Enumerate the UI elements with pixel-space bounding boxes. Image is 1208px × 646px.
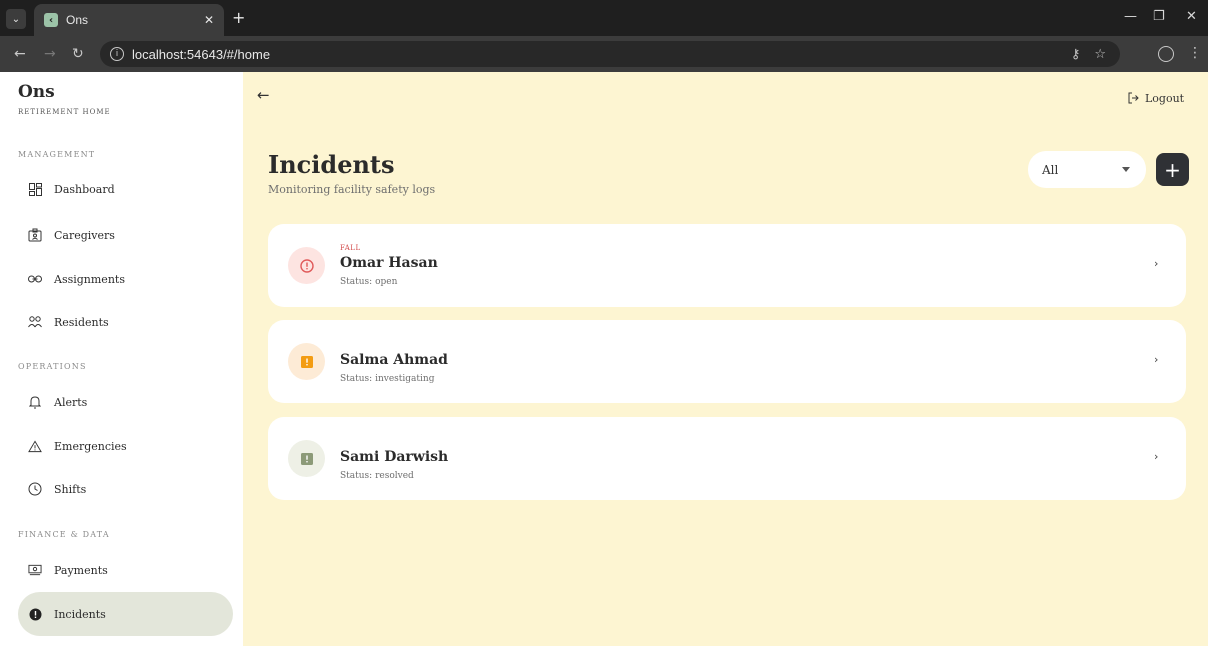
- page-title: Incidents: [268, 150, 395, 179]
- browser-toolbar: ← → ↻ i localhost:54643/#/home ⚷ ☆ ⋮: [0, 36, 1208, 72]
- incident-status: Status: investigating: [340, 374, 435, 384]
- tab-search-button[interactable]: ⌄: [6, 9, 26, 29]
- password-key-icon[interactable]: ⚷: [1071, 47, 1081, 62]
- new-tab-button[interactable]: +: [232, 8, 245, 27]
- tab-close-icon[interactable]: ✕: [204, 13, 214, 27]
- sidebar-item-residents[interactable]: Residents: [18, 300, 233, 344]
- filter-value: All: [1042, 162, 1059, 177]
- add-incident-button[interactable]: +: [1156, 153, 1189, 186]
- status-filter-dropdown[interactable]: All: [1028, 151, 1146, 188]
- chevron-right-icon: ›: [1154, 353, 1159, 366]
- incident-name: Salma Ahmad: [340, 352, 448, 368]
- link-icon: [28, 272, 42, 286]
- chevron-right-icon: ›: [1154, 450, 1159, 463]
- maximize-button[interactable]: ❐: [1153, 9, 1165, 24]
- sidebar: Ons RETIREMENT HOME MANAGEMENT Dashboard…: [0, 72, 243, 646]
- chevron-right-icon: ›: [1154, 257, 1159, 270]
- incident-card[interactable]: Sami Darwish Status: resolved ›: [268, 417, 1186, 500]
- sidebar-item-label: Assignments: [54, 272, 125, 286]
- alert-circle-icon: [299, 258, 314, 273]
- cash-icon: [28, 563, 42, 577]
- incident-status: Status: resolved: [340, 471, 414, 481]
- sidebar-item-label: Payments: [54, 563, 108, 577]
- logout-label: Logout: [1145, 92, 1185, 105]
- brand-subtitle: RETIREMENT HOME: [18, 108, 111, 116]
- site-info-icon[interactable]: i: [110, 47, 124, 61]
- sidebar-item-label: Dashboard: [54, 182, 115, 196]
- logout-icon: [1128, 89, 1139, 108]
- page-subtitle: Monitoring facility safety logs: [268, 183, 436, 196]
- bell-icon: [28, 395, 42, 409]
- sidebar-item-incidents[interactable]: Incidents: [18, 592, 233, 636]
- clock-icon: [28, 482, 42, 496]
- url-text: localhost:54643/#/home: [132, 46, 271, 62]
- report-icon: [300, 452, 313, 465]
- sidebar-item-label: Alerts: [54, 395, 88, 409]
- chevron-down-icon: [1122, 167, 1130, 172]
- back-arrow-icon[interactable]: ←: [257, 86, 270, 104]
- sidebar-item-label: Residents: [54, 315, 109, 329]
- incident-card[interactable]: FALL Omar Hasan Status: open ›: [268, 224, 1186, 307]
- incident-card[interactable]: Salma Ahmad Status: investigating ›: [268, 320, 1186, 403]
- close-window-button[interactable]: ✕: [1186, 9, 1197, 24]
- minimize-button[interactable]: —: [1124, 9, 1137, 24]
- sidebar-item-label: Shifts: [54, 482, 87, 496]
- sidebar-item-shifts[interactable]: Shifts: [18, 467, 233, 511]
- warning-triangle-icon: [28, 439, 42, 453]
- dashboard-icon: [28, 182, 42, 196]
- browser-tab-bar: ⌄ ‹ Ons ✕ + — ❐ ✕: [0, 0, 1208, 36]
- incident-badge: [288, 440, 325, 477]
- people-icon: [28, 315, 42, 329]
- section-operations: OPERATIONS: [18, 362, 87, 371]
- reload-icon[interactable]: ↻: [72, 46, 84, 62]
- browser-tab[interactable]: ‹ Ons ✕: [34, 4, 224, 36]
- incident-status: Status: open: [340, 277, 398, 287]
- bookmark-star-icon[interactable]: ☆: [1094, 47, 1106, 62]
- sidebar-item-caregivers[interactable]: Caregivers: [18, 213, 233, 257]
- section-finance: FINANCE & DATA: [18, 530, 110, 539]
- incident-name: Sami Darwish: [340, 449, 449, 465]
- badge-icon: [28, 228, 42, 242]
- incident-name: Omar Hasan: [340, 255, 438, 271]
- incident-type: FALL: [340, 244, 361, 252]
- section-management: MANAGEMENT: [18, 150, 96, 159]
- sidebar-item-label: Emergencies: [54, 439, 127, 453]
- sidebar-item-emergencies[interactable]: Emergencies: [18, 424, 233, 468]
- sidebar-item-dashboard[interactable]: Dashboard: [18, 167, 233, 211]
- favicon-icon: ‹: [44, 13, 58, 27]
- incident-badge: [288, 247, 325, 284]
- report-icon: [300, 355, 313, 368]
- incident-badge: [288, 343, 325, 380]
- profile-icon[interactable]: [1158, 46, 1174, 62]
- forward-nav-icon[interactable]: →: [44, 46, 56, 62]
- browser-menu-icon[interactable]: ⋮: [1188, 45, 1202, 61]
- brand-name: Ons: [18, 82, 55, 102]
- sidebar-item-payments[interactable]: Payments: [18, 548, 233, 592]
- main-content: ← Logout Incidents Monitoring facility s…: [243, 72, 1208, 646]
- sidebar-item-label: Caregivers: [54, 228, 115, 242]
- alert-circle-icon: [28, 607, 42, 621]
- sidebar-item-assignments[interactable]: Assignments: [18, 257, 233, 301]
- sidebar-item-alerts[interactable]: Alerts: [18, 380, 233, 424]
- address-bar[interactable]: i localhost:54643/#/home ⚷ ☆: [100, 41, 1120, 67]
- tab-title: Ons: [66, 13, 89, 27]
- back-nav-icon[interactable]: ←: [14, 46, 26, 62]
- sidebar-item-label: Incidents: [54, 607, 106, 621]
- logout-button[interactable]: Logout: [1128, 89, 1184, 108]
